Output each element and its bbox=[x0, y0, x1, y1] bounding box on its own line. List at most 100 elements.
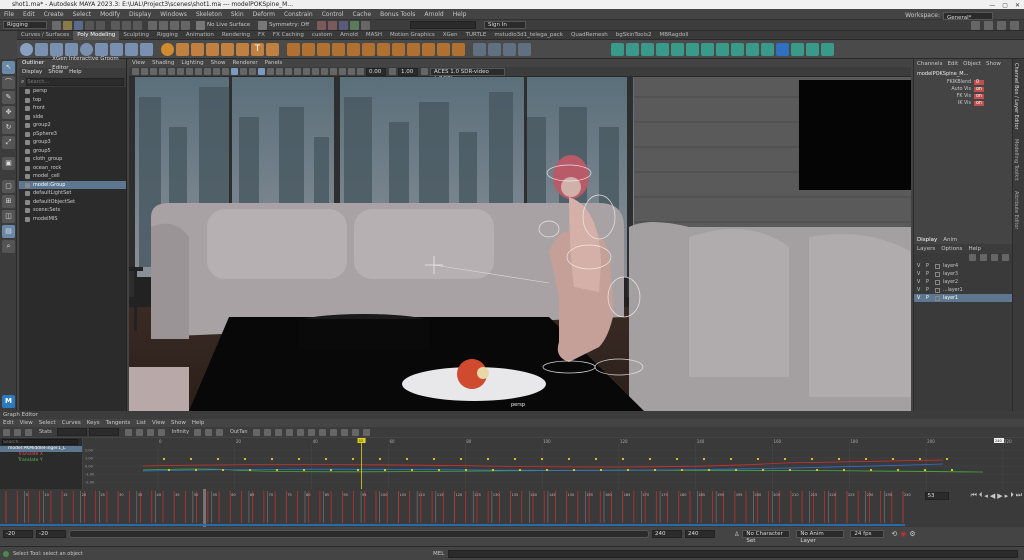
mirror-icon[interactable] bbox=[236, 42, 249, 56]
show-menu[interactable]: Show bbox=[986, 61, 1001, 67]
layout-four-icon[interactable]: ⊞ bbox=[2, 195, 15, 208]
command-search-field[interactable] bbox=[410, 21, 477, 29]
menu-deform[interactable]: Deform bbox=[252, 9, 276, 20]
help-menu[interactable]: Help bbox=[968, 246, 981, 252]
infinity-label[interactable]: Infinity bbox=[172, 429, 189, 435]
menu-skin[interactable]: Skin bbox=[230, 9, 245, 20]
shelf-tab-mash[interactable]: MASH bbox=[362, 31, 386, 40]
outliner-item[interactable]: model:Group bbox=[19, 180, 126, 189]
fill-hole-icon[interactable] bbox=[347, 42, 360, 56]
attribute-value[interactable]: on bbox=[974, 101, 984, 106]
shelf-teal-4-icon[interactable] bbox=[656, 42, 669, 56]
loop-icon[interactable]: ⟲ bbox=[891, 530, 897, 538]
ge-menu-view2[interactable]: View bbox=[152, 420, 165, 426]
layer-p-toggle[interactable]: P bbox=[926, 280, 935, 285]
save-scene-icon[interactable] bbox=[74, 20, 83, 30]
text-icon[interactable]: T bbox=[251, 42, 264, 56]
snap-point-icon[interactable] bbox=[170, 20, 179, 30]
vp-menu-shading[interactable]: Shading bbox=[152, 59, 174, 67]
trax-icon[interactable] bbox=[362, 428, 370, 436]
layer-color-swatch[interactable] bbox=[935, 279, 940, 285]
layer-p-toggle[interactable]: P bbox=[926, 272, 935, 277]
no-live-surface-label[interactable]: No Live Surface bbox=[207, 22, 250, 28]
layer-p-toggle[interactable]: P bbox=[926, 296, 935, 301]
menu-help[interactable]: Help bbox=[452, 9, 468, 20]
shelf-teal-10-icon[interactable] bbox=[746, 42, 759, 56]
menu-display[interactable]: Display bbox=[128, 9, 152, 20]
last-tool-icon[interactable]: ▣ bbox=[2, 157, 15, 170]
time-snap-icon[interactable] bbox=[329, 428, 337, 436]
ambient-occlusion-icon[interactable] bbox=[285, 68, 292, 75]
shelf-teal-6-icon[interactable] bbox=[686, 42, 699, 56]
shelf-tab-mbragdoll[interactable]: MBRagdoll bbox=[655, 31, 692, 40]
tool-settings-icon[interactable] bbox=[997, 21, 1006, 30]
buffer-curve-icon[interactable] bbox=[252, 428, 260, 436]
bevel-icon[interactable] bbox=[287, 42, 300, 56]
outliner-item[interactable]: model_cell bbox=[19, 172, 126, 181]
rotate-tool-icon[interactable]: ↻ bbox=[2, 121, 15, 134]
layout-two-icon[interactable]: ◫ bbox=[2, 210, 15, 223]
shelf-tab-arnold[interactable]: Arnold bbox=[336, 31, 362, 40]
shelf-tab-sculpting[interactable]: Sculpting bbox=[119, 31, 153, 40]
shelf-teal-7-icon[interactable] bbox=[701, 42, 714, 56]
outliner-item[interactable]: group2 bbox=[19, 121, 126, 130]
color-management-icon[interactable] bbox=[421, 68, 428, 75]
select-hierarchy-icon[interactable] bbox=[111, 20, 120, 30]
symmetry-label[interactable]: Symmetry: Off bbox=[269, 22, 309, 28]
viewport-scene[interactable]: persp bbox=[129, 77, 911, 411]
character-set-icon[interactable]: ♙ bbox=[734, 531, 739, 538]
channel-box-icon[interactable] bbox=[1010, 21, 1019, 30]
append-icon[interactable] bbox=[332, 42, 345, 56]
wireframe-icon[interactable] bbox=[222, 68, 229, 75]
mel-label[interactable]: MEL bbox=[433, 551, 444, 557]
bridge-icon[interactable] bbox=[317, 42, 330, 56]
clamped-tangent-icon[interactable] bbox=[135, 428, 143, 436]
scale-tool-icon[interactable]: ⤢ bbox=[2, 136, 15, 149]
snap-plane-icon[interactable] bbox=[181, 20, 190, 30]
render-settings-icon[interactable] bbox=[339, 20, 349, 30]
shelf-teal-3-icon[interactable] bbox=[641, 42, 654, 56]
shelf-tab-quadremesh[interactable]: QuadRemesh bbox=[567, 31, 612, 40]
end-time-field[interactable]: 240 bbox=[685, 530, 715, 538]
shelf-teal-1-icon[interactable] bbox=[611, 42, 624, 56]
attribute-value[interactable]: on bbox=[974, 87, 984, 92]
layer-v-toggle[interactable]: V bbox=[917, 288, 926, 293]
current-frame-field[interactable]: 53 bbox=[924, 491, 949, 500]
grid-icon[interactable] bbox=[159, 68, 166, 75]
isolate-select-icon[interactable] bbox=[321, 68, 328, 75]
time-slider[interactable]: 5 10 15 20 25 30 35 40 45 50 55 60 65 70 75 80 85 90 95 100… bbox=[0, 489, 1024, 527]
step-back-frame-icon[interactable]: ◂ bbox=[984, 492, 988, 500]
vp-menu-show[interactable]: Show bbox=[211, 59, 226, 67]
select-object-icon[interactable] bbox=[122, 20, 131, 30]
auto-key-icon[interactable]: ◉ bbox=[900, 530, 906, 538]
exposure-field[interactable]: 0.00 bbox=[366, 67, 386, 76]
hypershade-icon[interactable] bbox=[350, 20, 360, 30]
ge-menu-show[interactable]: Show bbox=[171, 420, 186, 426]
menu-cache[interactable]: Cache bbox=[351, 9, 372, 20]
resolution-gate-icon[interactable] bbox=[177, 68, 184, 75]
play-backwards-icon[interactable]: ◀ bbox=[990, 492, 995, 500]
colorspace-dropdown[interactable]: ACES 1.0 SDR-video (sRGB) bbox=[430, 67, 505, 82]
poly-cube-icon[interactable] bbox=[35, 42, 48, 56]
swap-buffer-icon[interactable] bbox=[263, 428, 271, 436]
stacked-view-icon[interactable] bbox=[296, 428, 304, 436]
slide-edge-icon[interactable] bbox=[452, 42, 465, 56]
uv-editor-icon[interactable] bbox=[473, 42, 486, 56]
super-shape-icon[interactable] bbox=[140, 42, 153, 56]
layer-v-toggle[interactable]: V bbox=[917, 280, 926, 285]
move-layer-up-icon[interactable] bbox=[991, 254, 998, 261]
shelf-tab-bgskintools[interactable]: bgSkinTools2 bbox=[612, 31, 656, 40]
search-icon[interactable]: ⌕ bbox=[2, 240, 15, 253]
ge-search-input[interactable] bbox=[2, 439, 78, 445]
shelf-tab-motion-graphics[interactable]: Motion Graphics bbox=[386, 31, 439, 40]
shelf-teal-2-icon[interactable] bbox=[626, 42, 639, 56]
menu-windows[interactable]: Windows bbox=[159, 9, 188, 20]
menu-bonus-tools[interactable]: Bonus Tools bbox=[379, 9, 416, 20]
layer-v-toggle[interactable]: V bbox=[917, 272, 926, 277]
dope-sheet-icon[interactable] bbox=[351, 428, 359, 436]
menu-arnold[interactable]: Arnold bbox=[423, 9, 444, 20]
outliner-item[interactable]: scene:Sets bbox=[19, 206, 126, 215]
outliner-search-input[interactable] bbox=[26, 78, 124, 86]
go-to-start-icon[interactable]: ⏮ bbox=[971, 491, 977, 500]
outliner-item[interactable]: defaultObjectSet bbox=[19, 198, 126, 207]
